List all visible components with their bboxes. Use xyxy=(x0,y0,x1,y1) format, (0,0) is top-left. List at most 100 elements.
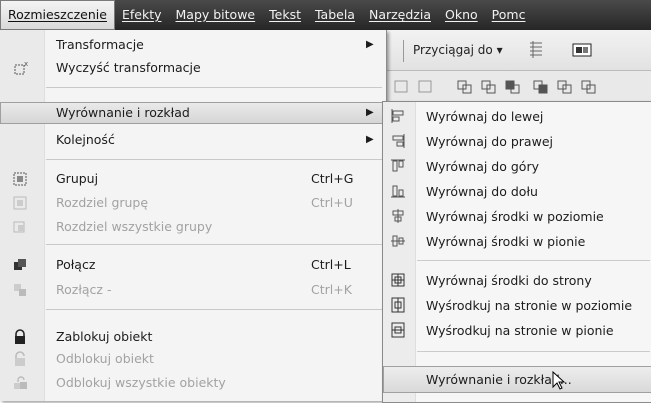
align-center-vertical-icon xyxy=(390,233,406,249)
submenu-separator xyxy=(417,351,650,352)
submenu-item-align-bottom[interactable]: Wyrównaj do dołu xyxy=(383,179,651,204)
submenu-item-label: Wyśrodkuj na stronie w poziomie xyxy=(426,298,633,313)
submenu-item-center-page-vertical[interactable]: Wyśrodkuj na stronie w pionie xyxy=(383,318,651,343)
snap-to-dropdown[interactable]: Przyciągaj do ▾ xyxy=(413,43,503,57)
menu-pomoc[interactable]: Pomc xyxy=(485,0,533,30)
submenu-arrow-icon: ▶ xyxy=(366,134,374,145)
mouse-cursor-icon xyxy=(552,371,566,391)
toolbar-icon-2[interactable] xyxy=(417,79,435,95)
menu-efekty[interactable]: Efekty xyxy=(115,0,169,30)
submenu-arrow-icon: ▶ xyxy=(366,39,374,50)
submenu-item-align-right[interactable]: Wyrównaj do prawej xyxy=(383,129,651,154)
menu-tabela[interactable]: Tabela xyxy=(308,0,362,30)
unlock-all-icon xyxy=(12,375,28,391)
ungroup-icon xyxy=(12,195,28,211)
wyrownanie-submenu: Wyrównaj do lewej Wyrównaj do prawej Wyr… xyxy=(382,101,651,403)
menu-item-label: Odblokuj obiekt xyxy=(56,351,154,366)
submenu-item-label: Wyśrodkuj na stronie w pionie xyxy=(426,323,614,338)
menu-item-wyczysc-transformacje[interactable]: x Wyczyść transformacje xyxy=(0,57,386,79)
toolbar-icon-8[interactable] xyxy=(581,79,599,95)
menu-item-label: Rozdziel wszystkie grupy xyxy=(56,219,213,234)
align-top-icon xyxy=(390,158,406,174)
menu-item-label: Rozdziel grupę xyxy=(56,195,149,210)
toolbar-icon-3[interactable] xyxy=(457,79,475,95)
menu-item-label: Grupuj xyxy=(56,171,99,186)
svg-text:x: x xyxy=(24,60,28,68)
menu-item-label: Kolejność xyxy=(56,132,115,147)
toolbar-icon-1[interactable] xyxy=(393,79,411,95)
grid-icon[interactable] xyxy=(527,40,545,60)
menu-item-odblokuj-obiekt[interactable]: Odblokuj obiekt xyxy=(0,348,386,370)
toolbar-icon-5[interactable] xyxy=(505,79,523,95)
center-page-vertical-icon xyxy=(390,322,406,338)
menu-item-rozdziel-wszystkie-grupy[interactable]: Rozdziel wszystkie grupy xyxy=(0,216,386,238)
group-icon xyxy=(12,171,28,187)
submenu-item-label: Wyrównaj do lewej xyxy=(426,109,544,124)
menu-item-shortcut: Ctrl+L xyxy=(311,257,351,272)
menu-item-wyrownanie-i-rozklad[interactable]: Wyrównanie i rozkład ▶ xyxy=(0,102,386,124)
menu-bar: Rozmieszczenie Efekty Mapy bitowe Tekst … xyxy=(0,0,651,30)
clear-transform-icon: x xyxy=(12,60,28,76)
rozmieszczenie-menu: Transformacje ▶ x Wyczyść transformacje … xyxy=(0,30,387,401)
menu-rozmieszczenie[interactable]: Rozmieszczenie xyxy=(0,0,115,30)
menu-item-transformacje[interactable]: Transformacje ▶ xyxy=(0,34,386,56)
menu-item-rozlacz[interactable]: Rozłącz - Ctrl+K xyxy=(0,279,386,301)
center-page-horizontal-icon xyxy=(390,297,406,313)
menu-item-label: Odblokuj wszystkie obiekty xyxy=(56,375,226,390)
align-bottom-icon xyxy=(390,183,406,199)
align-left-icon xyxy=(390,108,406,124)
menu-item-label: Zablokuj obiekt xyxy=(56,329,153,344)
menu-mapy-bitowe[interactable]: Mapy bitowe xyxy=(169,0,263,30)
toolbar-icon-4[interactable] xyxy=(481,79,499,95)
property-toolbar: Przyciągaj do ▾ xyxy=(385,30,651,71)
menu-item-shortcut: Ctrl+K xyxy=(311,282,352,297)
chevron-down-icon: ▾ xyxy=(496,43,503,57)
menu-tekst[interactable]: Tekst xyxy=(262,0,308,30)
menu-item-shortcut: Ctrl+G xyxy=(311,171,354,186)
submenu-item-align-center-vertical[interactable]: Wyrównaj środki w pionie xyxy=(383,229,651,254)
submenu-item-label: Wyrównaj do prawej xyxy=(426,134,553,149)
ungroup-all-icon xyxy=(12,219,28,235)
submenu-item-label: Wyrównaj środki w pionie xyxy=(426,234,586,249)
center-to-page-icon xyxy=(390,272,406,288)
submenu-arrow-icon: ▶ xyxy=(366,107,374,118)
menu-item-label: Transformacje xyxy=(56,37,144,52)
snap-to-label: Przyciągaj do xyxy=(413,43,493,57)
toolbar-divider xyxy=(403,40,404,62)
submenu-item-center-page-horizontal[interactable]: Wyśrodkuj na stronie w poziomie xyxy=(383,293,651,318)
menu-item-grupuj[interactable]: Grupuj Ctrl+G xyxy=(0,168,386,190)
align-right-icon xyxy=(390,133,406,149)
menu-item-kolejnosc[interactable]: Kolejność ▶ xyxy=(0,129,386,151)
submenu-item-align-center-horizontal[interactable]: Wyrównaj środki w poziomie xyxy=(383,204,651,229)
submenu-item-label: Wyrównaj środki w poziomie xyxy=(426,209,604,224)
submenu-item-center-to-page[interactable]: Wyrównaj środki do strony xyxy=(383,268,651,293)
application-icon[interactable] xyxy=(571,40,593,60)
menu-narzedzia[interactable]: Narzędzia xyxy=(362,0,438,30)
combine-icon xyxy=(12,257,28,273)
menu-item-odblokuj-wszystkie-obiekty[interactable]: Odblokuj wszystkie obiekty xyxy=(0,372,386,394)
submenu-item-label: Wyrównanie i rozkład... xyxy=(426,372,572,387)
lock-icon xyxy=(12,329,28,345)
submenu-item-align-left[interactable]: Wyrównaj do lewej xyxy=(383,104,651,129)
menu-separator xyxy=(46,87,382,88)
menu-separator xyxy=(46,244,382,245)
menu-okno[interactable]: Okno xyxy=(438,0,485,30)
menu-separator xyxy=(46,309,382,310)
toolbar-icon-7[interactable] xyxy=(557,79,575,95)
menu-item-rozdziel-grupe[interactable]: Rozdziel grupę Ctrl+U xyxy=(0,192,386,214)
submenu-item-label: Wyrównaj do góry xyxy=(426,159,539,174)
menu-item-zablokuj-obiekt[interactable]: Zablokuj obiekt xyxy=(0,326,386,348)
menu-item-label: Połącz xyxy=(56,257,96,272)
submenu-item-align-top[interactable]: Wyrównaj do góry xyxy=(383,154,651,179)
secondary-toolbar xyxy=(385,71,651,101)
submenu-item-wyrownanie-i-rozklad-dialog[interactable]: Wyrównanie i rozkład... xyxy=(383,366,651,393)
submenu-item-label: Wyrównaj do dołu xyxy=(426,184,538,199)
unlock-icon xyxy=(12,351,28,367)
menu-item-label: Wyrównanie i rozkład xyxy=(56,105,190,120)
toolbar-icon-6[interactable] xyxy=(533,79,551,95)
menu-item-polacz[interactable]: Połącz Ctrl+L xyxy=(0,254,386,276)
submenu-separator xyxy=(417,260,650,261)
submenu-item-label: Wyrównaj środki do strony xyxy=(426,273,592,288)
break-apart-icon xyxy=(12,282,28,298)
menu-item-label: Rozłącz - xyxy=(56,282,112,297)
